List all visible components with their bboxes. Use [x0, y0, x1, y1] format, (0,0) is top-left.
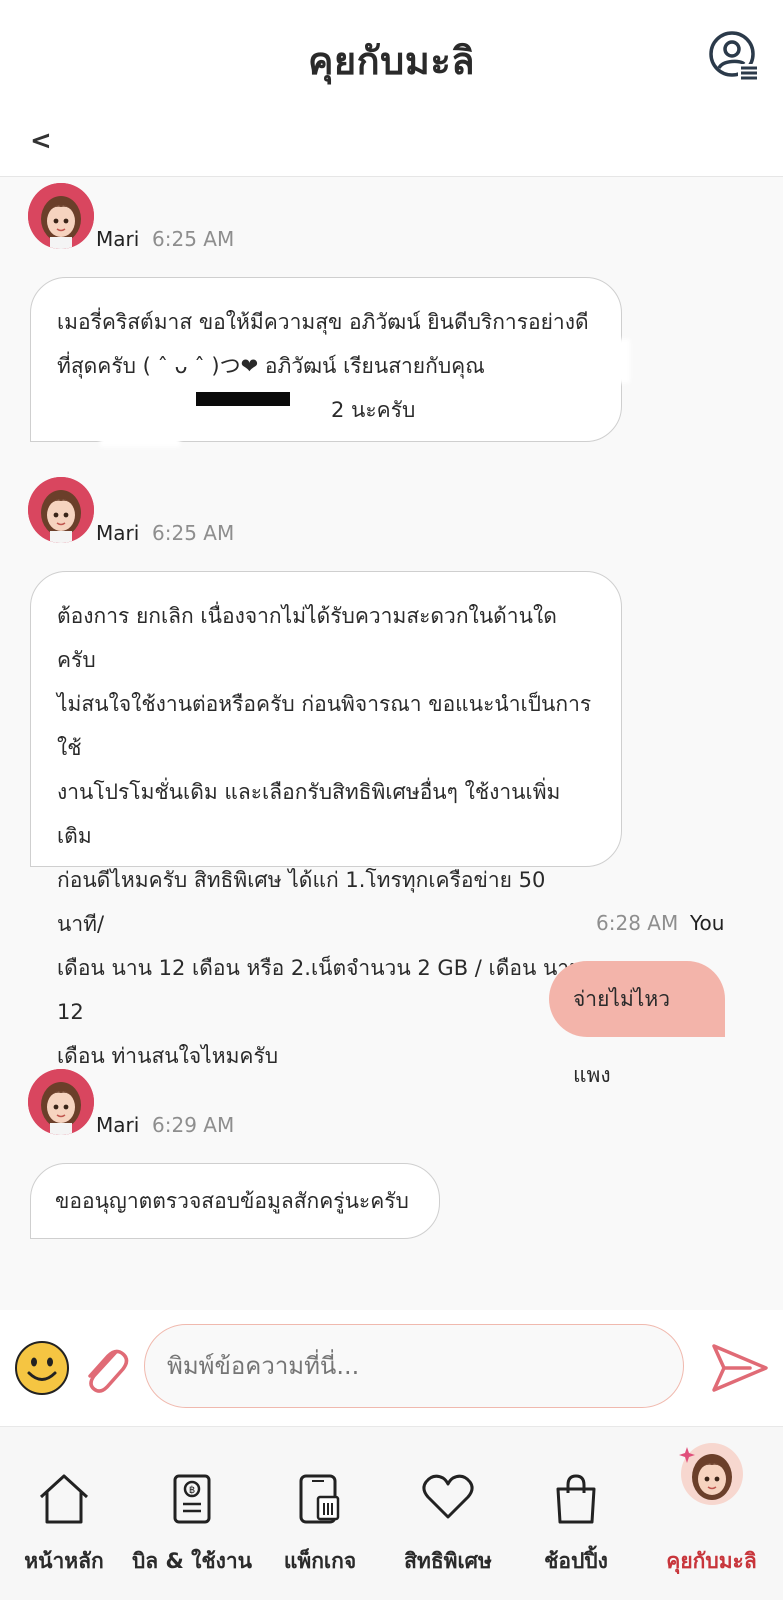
message-sender: Mari [96, 227, 140, 251]
message-line: งานโปรโมชั่นเดิม และเลือกรับสิทธิพิเศษอื… [57, 780, 561, 848]
nav-item-home[interactable]: หน้าหลัก [0, 1427, 128, 1600]
send-icon[interactable] [710, 1340, 770, 1396]
sim-package-icon [298, 1473, 342, 1529]
home-icon [37, 1473, 91, 1529]
bot-message-bubble: ต้องการ ยกเลิก เนื่องจากไม่ได้รับความสะด… [30, 571, 622, 1068]
message-time: 6:25 AM [152, 227, 235, 251]
redaction-mask [100, 425, 180, 447]
nav-item-chat-mari[interactable]: คุยกับมะลิ [640, 1427, 783, 1600]
page-title: คุยกับมะลิ [307, 39, 476, 83]
bill-icon: ฿ [172, 1473, 212, 1529]
message-time: 6:25 AM [152, 521, 235, 545]
message-input[interactable] [144, 1324, 684, 1408]
mari-avatar-icon [678, 1441, 745, 1511]
message-line: เดือน นาน 12 เดือน หรือ 2.เน็ตจำนวน 2 GB… [57, 956, 584, 1024]
nav-item-shopping[interactable]: ช้อปปิ้ง [512, 1427, 640, 1600]
bottom-nav: หน้าหลัก ฿ บิล & ใช้งาน แพ็กเกจ สิทธิพิเ… [0, 1426, 783, 1600]
heart-icon [421, 1473, 475, 1525]
message-time: 6:28 AM [596, 911, 679, 935]
emoji-icon[interactable] [14, 1340, 70, 1396]
message-sender: Mari [96, 521, 140, 545]
user-message-bubble: จ่ายไม่ไหวแพง [549, 961, 725, 1087]
mari-avatar [28, 183, 94, 249]
message-time: 6:29 AM [152, 1113, 235, 1137]
user-profile-icon[interactable] [708, 30, 760, 82]
nav-label: บิล & ใช้งาน [131, 1549, 253, 1573]
shopping-bag-icon [554, 1473, 598, 1529]
message-sender: You [690, 911, 725, 935]
message-sender: Mari [96, 1113, 140, 1137]
message-line: ก่อนดีไหมครับ สิทธิพิเศษ ได้แก่ 1.โทรทุก… [57, 868, 546, 936]
bot-message-bubble: ขออนุญาตตรวจสอบข้อมูลสักครู่นะครับ [30, 1163, 440, 1239]
nav-item-privileges[interactable]: สิทธิพิเศษ [384, 1427, 512, 1600]
attachment-icon[interactable] [78, 1338, 130, 1398]
message-line: เมอรี่คริสต์มาส ขอให้มีความสุข อภิวัฒน์ … [57, 310, 589, 334]
redaction-bar [196, 392, 290, 406]
nav-label: ช้อปปิ้ง [544, 1549, 608, 1573]
back-button[interactable]: < [30, 126, 52, 156]
message-line: ไม่สนใจใช้งานต่อหรือครับ ก่อนพิจารณา ขอแ… [57, 692, 592, 760]
nav-item-package[interactable]: แพ็กเกจ [256, 1427, 384, 1600]
mari-avatar [28, 477, 94, 543]
redaction-mask [490, 339, 630, 383]
nav-label: สิทธิพิเศษ [404, 1549, 492, 1573]
message-line: ต้องการ ยกเลิก เนื่องจากไม่ได้รับความสะด… [57, 604, 557, 672]
app-header: คุยกับมะลิ [0, 0, 783, 120]
message-line: เดือน ท่านสนใจไหมครับ [57, 1044, 279, 1068]
mari-avatar [28, 1069, 94, 1135]
message-composer [0, 1310, 783, 1426]
nav-label: หน้าหลัก [24, 1549, 104, 1573]
redaction-mask [70, 387, 190, 423]
nav-label: แพ็กเกจ [283, 1549, 357, 1573]
chat-area[interactable]: Mari 6:25 AM เมอรี่คริสต์มาส ขอให้มีความ… [0, 176, 783, 1310]
svg-text:฿: ฿ [189, 1485, 195, 1496]
nav-label: คุยกับมะลิ [666, 1549, 757, 1573]
nav-item-bill[interactable]: ฿ บิล & ใช้งาน [128, 1427, 256, 1600]
